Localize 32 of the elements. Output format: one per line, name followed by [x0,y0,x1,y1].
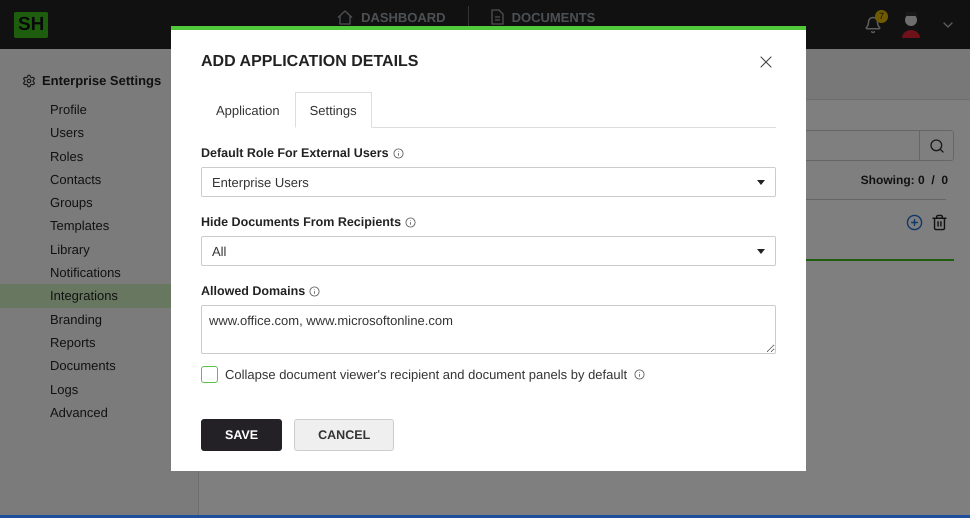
dropdown[interactable]: Enterprise Users [201,167,776,197]
trash-icon[interactable] [931,214,948,231]
nav-link[interactable]: DOCUMENTS [482,9,604,25]
info-icon[interactable] [392,148,404,158]
field-label: Hide Documents From Recipients [201,215,402,229]
settings-icon [22,74,36,88]
info-icon[interactable] [309,286,320,296]
dialog-title: ADD APPLICATION DETAILS [201,53,418,71]
field-label: Allowed Domains [201,284,306,298]
search-button[interactable] [920,130,954,161]
checkbox-label: Collapse document viewer's recipient and document panels by default [225,367,628,382]
field-label: Default Role For External Users [201,146,389,160]
info-icon[interactable] [405,216,416,228]
dropdown[interactable]: All [201,236,776,266]
caret-icon [757,248,765,254]
notification-count: 7 [875,10,888,22]
add-icon[interactable] [906,214,923,231]
checkbox[interactable] [201,366,218,383]
search-icon [928,138,944,154]
info-icon[interactable] [634,369,646,380]
logo[interactable]: SH [14,12,48,38]
save-button[interactable]: SAVE [201,419,282,451]
avatar-icon[interactable] [900,12,922,38]
cancel-button[interactable]: CANCEL [294,419,394,451]
nav-link[interactable]: DASHBOARD [329,10,454,24]
home-icon [337,10,354,24]
tab[interactable]: Settings [294,92,372,128]
caret-icon [757,180,765,184]
document-icon [490,9,504,25]
sidebar-title: Enterprise Settings [42,73,162,88]
domains-field[interactable]: www.office.com, www.microsoftonline.com [201,305,776,354]
showing-count: Showing: 0 / 0 [860,173,948,187]
